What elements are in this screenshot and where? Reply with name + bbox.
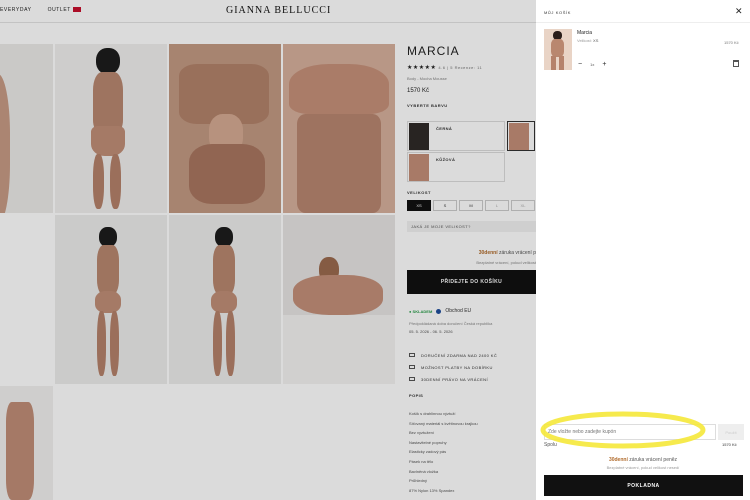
total-value: 1570 Kč — [722, 442, 737, 447]
apply-coupon-button[interactable]: Použít — [718, 424, 744, 440]
cart-return-days: 30denní — [608, 457, 628, 463]
cart-item-name[interactable]: Marcia — [577, 30, 592, 36]
cart-item-variant: Velikost: XS — [577, 38, 598, 43]
cart-title: MŮJ KOŠÍK — [544, 10, 571, 15]
cart-item-price: 1570 Kč — [724, 40, 739, 45]
cart-free-return-note: Bezplatné vrácení, pokud velikost nesedí — [606, 465, 680, 470]
qty-value: 1x — [590, 62, 595, 67]
qty-minus-button[interactable]: − — [578, 61, 582, 68]
quantity-stepper: − 1x + — [578, 61, 606, 68]
checkout-button[interactable]: POKLADNA — [544, 475, 743, 496]
divider — [536, 22, 750, 23]
cart-item-image[interactable] — [544, 29, 572, 70]
trash-icon[interactable] — [733, 60, 739, 67]
drawer-backdrop[interactable] — [0, 0, 536, 500]
close-icon[interactable]: ✕ — [735, 7, 743, 16]
variant-value: XS — [593, 38, 599, 43]
cart-return-text: záruka vrácení peněz — [627, 457, 678, 463]
cart-return-guarantee: 30denní záruka vrácení peněz — [536, 457, 750, 463]
variant-label: Velikost: — [577, 38, 592, 43]
highlight-annotation — [540, 411, 706, 449]
qty-plus-button[interactable]: + — [602, 61, 606, 68]
